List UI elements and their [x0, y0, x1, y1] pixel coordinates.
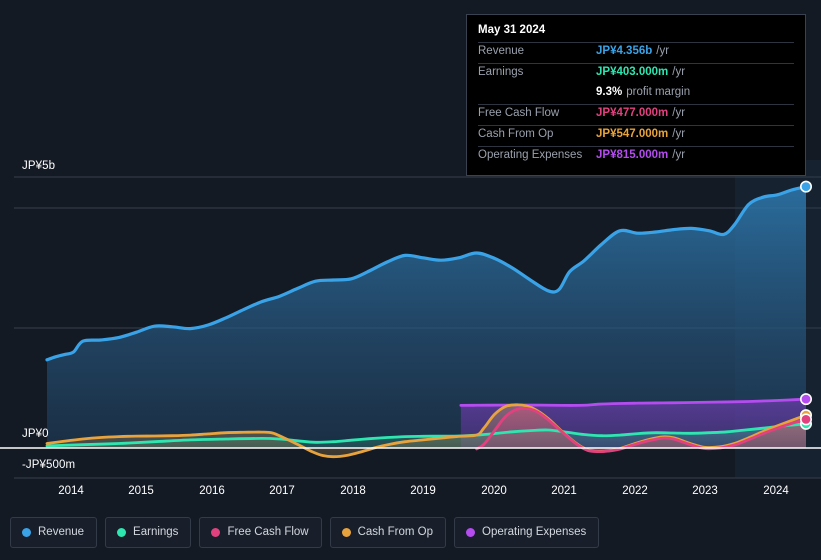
- legend-item-label: Cash From Op: [357, 525, 434, 538]
- tooltip-row-value: JP¥815.000m: [596, 149, 669, 161]
- tooltip-row-value: JP¥547.000m: [596, 128, 669, 140]
- legend-item-operating-expenses[interactable]: Operating Expenses: [454, 517, 600, 548]
- tooltip-row-suffix: /yr: [672, 149, 686, 161]
- x-axis-tick-label: 2016: [199, 485, 225, 497]
- x-axis-tick-label: 2015: [128, 485, 154, 497]
- tooltip-row-label: Operating Expenses: [478, 149, 583, 161]
- x-axis-tick-label: 2021: [551, 485, 577, 497]
- tooltip-row-value-group: JP¥4.356b/yr: [596, 45, 669, 57]
- x-axis-tick-label: 2023: [692, 485, 718, 497]
- x-axis-tick-label: 2022: [622, 485, 648, 497]
- legend-item-cash-from-op[interactable]: Cash From Op: [329, 517, 447, 548]
- x-axis-tick-label: 2019: [410, 485, 436, 497]
- tooltip-row-value: JP¥4.356b: [596, 45, 653, 57]
- x-axis-tick-label: 2020: [481, 485, 507, 497]
- tooltip-rows: Revenue JP¥4.356b/yr Earnings JP¥403.000m/y…: [478, 42, 794, 167]
- x-axis-tick-label: 2017: [269, 485, 295, 497]
- tooltip-row: Cash From Op JP¥547.000m/yr: [478, 125, 794, 146]
- tooltip-row-suffix: /yr: [672, 66, 686, 78]
- tooltip-row: 9.3% profit margin: [478, 84, 794, 104]
- tooltip-row-value: JP¥477.000m: [596, 107, 669, 119]
- legend-item-label: Operating Expenses: [482, 525, 587, 538]
- x-axis-tick-label: 2024: [763, 485, 789, 497]
- legend-color-dot-icon: [341, 528, 351, 537]
- y-axis-tick-label: JP¥5b: [22, 160, 56, 172]
- tooltip-row-value-group: 9.3% profit margin: [596, 86, 690, 98]
- tooltip-row-value: 9.3%: [596, 86, 623, 98]
- tooltip-row: Operating Expenses JP¥815.000m/yr: [478, 146, 794, 167]
- tooltip-row-value-group: JP¥403.000m/yr: [596, 66, 685, 78]
- legend-color-dot-icon: [22, 528, 31, 537]
- legend-item-label: Revenue: [38, 525, 85, 538]
- tooltip-row-suffix: /yr: [656, 45, 670, 57]
- endpoint-marker-revenue: [799, 180, 812, 193]
- tooltip-row-value-group: JP¥815.000m/yr: [596, 149, 685, 161]
- tooltip-row: Revenue JP¥4.356b/yr: [478, 42, 794, 63]
- tooltip-row-value-group: JP¥547.000m/yr: [596, 128, 685, 140]
- tooltip-date: May 31 2024: [478, 24, 546, 36]
- legend-item-revenue[interactable]: Revenue: [10, 517, 98, 548]
- tooltip-row: Free Cash Flow JP¥477.000m/yr: [478, 104, 794, 125]
- tooltip-row-label: Free Cash Flow: [478, 107, 560, 119]
- tooltip-row-suffix: profit margin: [626, 86, 691, 98]
- tooltip-row-value: JP¥403.000m: [596, 66, 669, 78]
- tooltip-row-label: Revenue: [478, 45, 525, 57]
- y-axis-tick-label: -JP¥500m: [22, 459, 76, 471]
- legend-item-earnings[interactable]: Earnings: [105, 517, 192, 548]
- legend-item-label: Earnings: [133, 525, 179, 538]
- tooltip-row-label: Earnings: [478, 66, 524, 78]
- legend-item-free-cash-flow[interactable]: Free Cash Flow: [199, 517, 322, 548]
- financial-chart: JP¥5b JP¥0 -JP¥500m 2014 2015 2016 2017 2018 20…: [0, 0, 821, 560]
- tooltip-row-suffix: /yr: [672, 107, 686, 119]
- data-tooltip: May 31 2024 Revenue JP¥4.356b/yr Earnings J…: [466, 14, 806, 176]
- endpoint-marker-operating-expenses: [799, 393, 812, 406]
- tooltip-row-value-group: JP¥477.000m/yr: [596, 107, 685, 119]
- x-axis-tick-label: 2018: [340, 485, 366, 497]
- legend-item-label: Free Cash Flow: [227, 525, 309, 538]
- x-axis-tick-label: 2014: [58, 485, 84, 497]
- y-axis-tick-label: JP¥0: [22, 428, 49, 440]
- endpoint-marker-free-cash-flow: [799, 413, 812, 426]
- tooltip-row-suffix: /yr: [672, 128, 686, 140]
- legend-color-dot-icon: [117, 528, 127, 537]
- chart-legend: Revenue Earnings Free Cash Flow Cash From O…: [10, 517, 600, 548]
- legend-color-dot-icon: [211, 528, 221, 537]
- tooltip-row-label: Cash From Op: [478, 128, 554, 140]
- legend-color-dot-icon: [466, 528, 476, 537]
- tooltip-row: Earnings JP¥403.000m/yr: [478, 63, 794, 84]
